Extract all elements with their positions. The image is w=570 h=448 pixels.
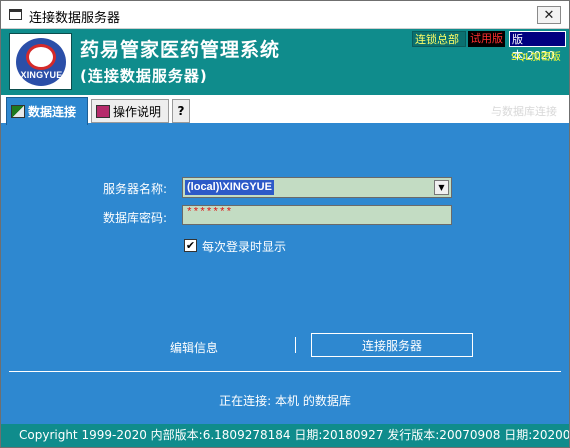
tab-instructions[interactable]: 操作说明 (91, 99, 169, 123)
xingyue-logo: XINGYUE (9, 33, 72, 90)
db-password-field[interactable]: ******* (182, 205, 452, 225)
server-name-label: 服务器名称: (103, 182, 168, 196)
connection-panel: 服务器名称: (local)\XINGYUE ▼ 数据库密码: ******* … (1, 127, 569, 422)
copyright-footer: Copyright 1999-2020 内部版本:6.1809278184 日期… (1, 424, 569, 447)
server-name-value: (local)\XINGYUE (185, 180, 274, 195)
logo-ring-icon (26, 44, 56, 70)
db-password-label: 数据库密码: (103, 211, 168, 225)
tab-instructions-label: 操作说明 (113, 104, 162, 119)
chevron-down-icon[interactable]: ▼ (434, 180, 449, 195)
connect-server-button-label: 连接服务器 (361, 338, 422, 353)
tab-data-connection[interactable]: 数据连接 (6, 97, 88, 125)
book-icon (96, 104, 110, 118)
divider (295, 337, 296, 353)
edit-info-link[interactable]: 编辑信息 (170, 339, 218, 356)
logo-text: XINGYUE (20, 70, 63, 80)
trial-badge: 试用版 (468, 31, 505, 47)
connect-dialog-window: 连接数据服务器 ✕ XINGYUE 药易管家医药管理系统 (连接数据服务器) 连… (0, 0, 570, 448)
question-icon: ? (177, 104, 185, 118)
show-each-login-label[interactable]: 每次登录时显示 (202, 238, 286, 255)
help-question-button[interactable]: ? (172, 99, 190, 123)
faint-watermark-text: 与数据库连接 (491, 105, 557, 118)
chain-hq-badge: 连锁总部 (412, 31, 466, 47)
connection-status-text: 正在连接: 本机 的数据库 (219, 394, 351, 408)
show-each-login-checkbox[interactable]: ✔ (184, 239, 197, 252)
app-title: 药易管家医药管理系统 (80, 39, 281, 61)
connection-icon (11, 105, 25, 118)
window-title: 连接数据服务器 (29, 11, 121, 26)
title-bar[interactable]: 连接数据服务器 ✕ (1, 1, 569, 29)
app-header: XINGYUE 药易管家医药管理系统 (连接数据服务器) 连锁总部 试用版 版本… (1, 29, 569, 95)
close-button[interactable]: ✕ (537, 6, 561, 24)
tab-strip: 数据连接 操作说明 ? 与数据库连接 (1, 95, 569, 125)
connect-server-button[interactable]: 连接服务器 (311, 333, 473, 357)
server-name-select[interactable]: (local)\XINGYUE ▼ (182, 177, 452, 198)
window-icon (9, 9, 22, 20)
version-badge: 版本:2020 (509, 31, 566, 62)
close-icon: ✕ (543, 7, 555, 23)
sql-encrypted-label: SQL加密版 (511, 52, 561, 63)
app-subtitle: (连接数据服务器) (80, 67, 208, 85)
horizontal-divider (9, 371, 561, 372)
tab-data-connection-label: 数据连接 (28, 105, 77, 119)
